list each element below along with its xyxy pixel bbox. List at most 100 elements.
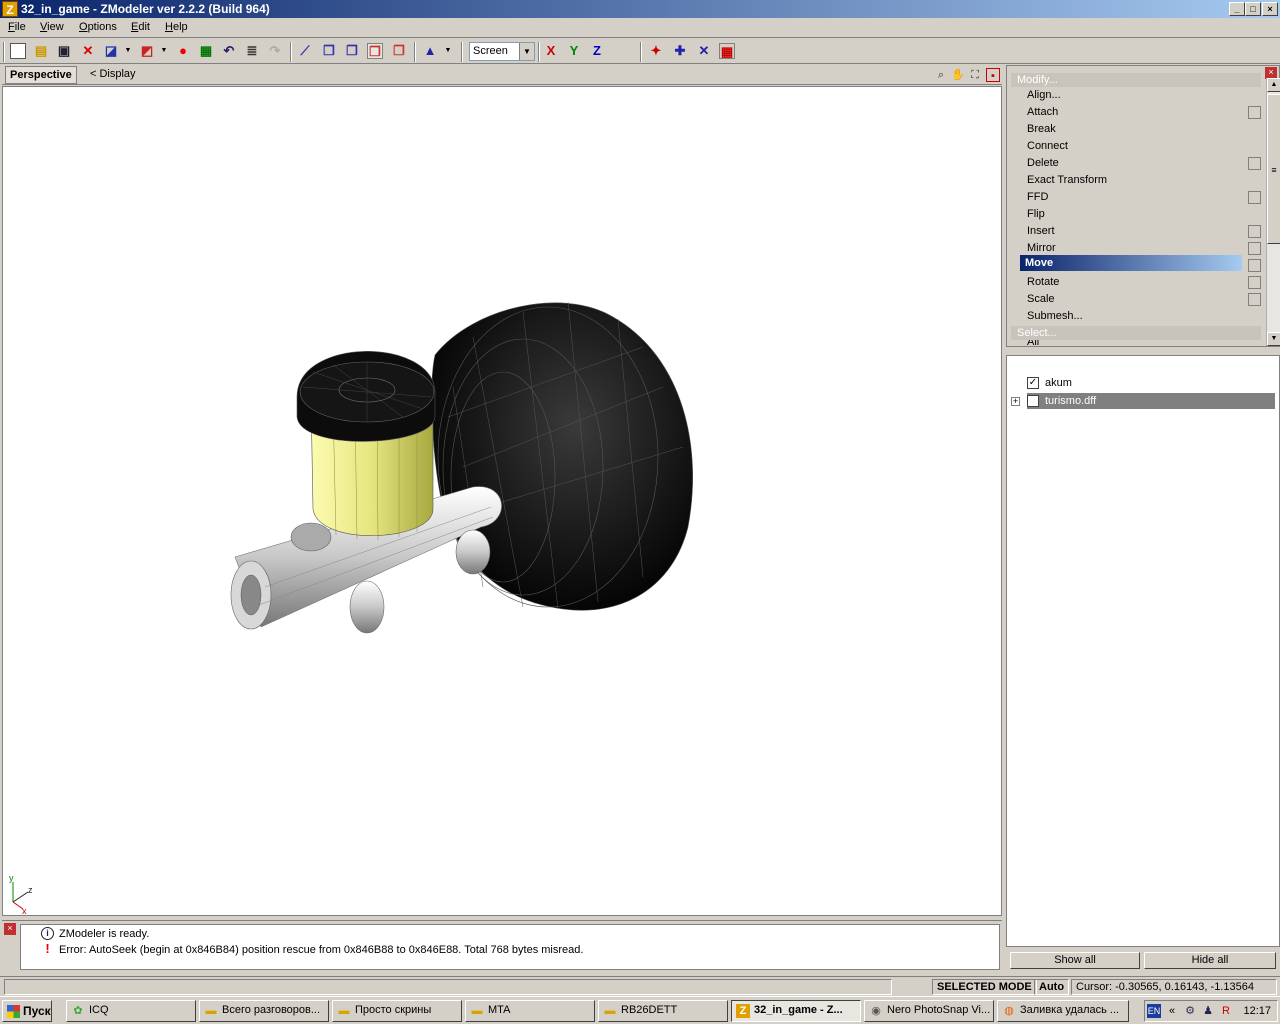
axis-dropdown-icon[interactable]: ▼	[440, 43, 456, 59]
menu-item-exact-transform[interactable]: Exact Transform	[1027, 172, 1257, 188]
box-mode-icon[interactable]: ❐	[321, 43, 337, 59]
close-icon[interactable]: ×	[4, 923, 16, 935]
move-options-box[interactable]	[1248, 259, 1261, 272]
viewport-display-menu[interactable]: < Display	[90, 68, 136, 80]
scroll-down-icon[interactable]: ▼	[1267, 332, 1280, 346]
save-icon[interactable]: ▣	[56, 43, 72, 59]
attach-options-box[interactable]	[1248, 106, 1261, 119]
list-item[interactable]: turismo.dff	[1027, 393, 1275, 409]
menu-item-scale[interactable]: Scale	[1027, 291, 1257, 307]
open-icon[interactable]: ▤	[33, 43, 49, 59]
pivot-icon[interactable]: ✦	[648, 43, 664, 59]
zoom-icon[interactable]: ⌕	[934, 68, 948, 82]
language-indicator[interactable]: EN	[1147, 1004, 1161, 1018]
object-visibility-checkbox[interactable]: ✓	[1027, 377, 1039, 389]
menu-item-mirror[interactable]: Mirror	[1027, 240, 1257, 256]
axis-x-button[interactable]: X	[543, 43, 559, 59]
snap-icon[interactable]: ✚	[672, 43, 688, 59]
title-bar[interactable]: Z 32_in_game - ZModeler ver 2.2.2 (Build…	[0, 0, 1280, 18]
taskbar-item-folder[interactable]: ▬ MTA	[465, 1000, 595, 1022]
chevron-down-icon[interactable]: ▼	[519, 43, 534, 60]
viewport-tab-perspective[interactable]: Perspective	[5, 66, 77, 84]
user-icon[interactable]: ♟	[1201, 1004, 1215, 1018]
coord-system-select[interactable]: Screen ▼	[469, 42, 535, 61]
network-icon[interactable]: ⚙	[1183, 1004, 1197, 1018]
antivirus-icon[interactable]: R	[1219, 1004, 1233, 1018]
menu-item-flip[interactable]: Flip	[1027, 206, 1257, 222]
scale-options-box[interactable]	[1248, 293, 1261, 306]
mirror-axis-icon[interactable]: ✕	[696, 43, 712, 59]
menu-bar: File View Options Edit Help	[0, 18, 1280, 38]
undo-icon[interactable]: ↶	[221, 43, 237, 59]
delete-icon[interactable]: ✕	[80, 43, 96, 59]
zmodeler-window: Z 32_in_game - ZModeler ver 2.2.2 (Build…	[0, 0, 1280, 1024]
taskbar-item-zmodeler[interactable]: Z 32_in_game - Z...	[731, 1000, 861, 1022]
object-visibility-checkbox[interactable]	[1027, 395, 1039, 407]
mirror-options-box[interactable]	[1248, 242, 1261, 255]
axis-z-button[interactable]: Z	[589, 43, 605, 59]
menu-item-insert[interactable]: Insert	[1027, 223, 1257, 239]
maximize-viewport-icon[interactable]: ▪	[986, 68, 1000, 82]
axis-label-x: x	[22, 906, 27, 915]
menu-item-attach[interactable]: Attach	[1027, 104, 1257, 120]
taskbar-item-folder[interactable]: ▬ Всего разговоров...	[199, 1000, 329, 1022]
axis-y-button[interactable]: Y	[566, 43, 582, 59]
rotate-options-box[interactable]	[1248, 276, 1261, 289]
show-all-button[interactable]: Show all	[1010, 952, 1140, 969]
menu-item-break[interactable]: Break	[1027, 121, 1257, 137]
expand-icon[interactable]: +	[1011, 397, 1020, 406]
minimize-button[interactable]: _	[1229, 2, 1245, 16]
scroll-thumb[interactable]: ≡	[1267, 94, 1280, 244]
import-icon[interactable]: ◪	[103, 43, 119, 59]
chevron-left-icon[interactable]: «	[1165, 1004, 1179, 1018]
menu-item-rotate[interactable]: Rotate	[1027, 274, 1257, 290]
axis-icon[interactable]: ▲	[422, 43, 438, 59]
menu-item-all[interactable]: All	[1027, 340, 1257, 346]
import-dropdown-icon[interactable]: ▼	[120, 43, 136, 59]
taskbar-item-firefox[interactable]: ◍ Заливка удалась ...	[997, 1000, 1129, 1022]
menu-edit[interactable]: Edit	[131, 21, 150, 33]
status-message	[4, 979, 892, 995]
box4-mode-icon[interactable]: ❐	[391, 43, 407, 59]
group-select[interactable]: Select...	[1011, 326, 1261, 340]
export-icon[interactable]: ◩	[139, 43, 155, 59]
menu-item-align[interactable]: Align...	[1027, 87, 1257, 103]
zoom-extents-icon[interactable]: ⛶	[968, 68, 982, 82]
hide-all-button[interactable]: Hide all	[1144, 952, 1276, 969]
properties-icon[interactable]: ≣	[244, 43, 260, 59]
menu-options[interactable]: Options	[79, 21, 117, 33]
modify-panel-scrollbar[interactable]: ▲ ≡ ▼	[1266, 78, 1280, 346]
record-icon[interactable]: ●	[175, 43, 191, 59]
menu-item-connect[interactable]: Connect	[1027, 138, 1257, 154]
vertex-mode-icon[interactable]: ⟋	[297, 43, 313, 59]
3d-viewport[interactable]: y z x	[2, 86, 1002, 916]
box3-mode-icon[interactable]: ❐	[367, 43, 383, 59]
status-auto[interactable]: Auto	[1034, 979, 1070, 995]
ffd-options-box[interactable]	[1248, 191, 1261, 204]
menu-item-delete[interactable]: Delete	[1027, 155, 1257, 171]
grid-icon[interactable]: ▦	[719, 43, 735, 59]
menu-view[interactable]: View	[40, 21, 64, 33]
menu-item-submesh[interactable]: Submesh...	[1027, 308, 1257, 324]
menu-help[interactable]: Help	[165, 21, 188, 33]
render-icon[interactable]: ▦	[198, 43, 214, 59]
menu-item-ffd[interactable]: FFD	[1027, 189, 1257, 205]
menu-file[interactable]: File	[8, 21, 26, 33]
delete-options-box[interactable]	[1248, 157, 1261, 170]
scroll-up-icon[interactable]: ▲	[1267, 78, 1280, 92]
redo-icon[interactable]: ↷	[267, 43, 283, 59]
taskbar-item-nero[interactable]: ◉ Nero PhotoSnap Vi...	[864, 1000, 994, 1022]
taskbar-item-folder[interactable]: ▬ RB26DETT	[598, 1000, 728, 1022]
box2-mode-icon[interactable]: ❐	[344, 43, 360, 59]
new-icon[interactable]	[10, 43, 26, 59]
menu-item-move[interactable]: Move	[1020, 255, 1242, 271]
export-dropdown-icon[interactable]: ▼	[156, 43, 172, 59]
pan-icon[interactable]: ✋	[951, 68, 965, 82]
close-button[interactable]: ×	[1262, 2, 1278, 16]
start-button[interactable]: Пуск	[2, 1000, 52, 1022]
taskbar-item-icq[interactable]: ✿ ICQ	[66, 1000, 196, 1022]
insert-options-box[interactable]	[1248, 225, 1261, 238]
group-modify[interactable]: Modify...	[1011, 73, 1261, 87]
maximize-button[interactable]: □	[1245, 2, 1261, 16]
taskbar-item-folder[interactable]: ▬ Просто скрины	[332, 1000, 462, 1022]
